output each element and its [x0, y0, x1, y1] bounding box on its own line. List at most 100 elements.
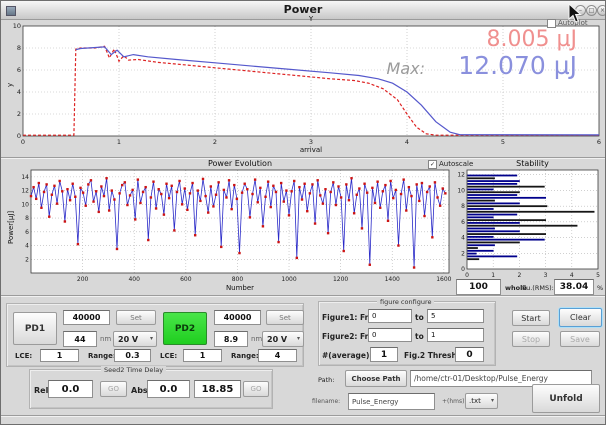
svg-text:1000: 1000	[281, 276, 296, 283]
svg-text:2: 2	[25, 256, 29, 263]
mouse-cursor	[567, 3, 583, 25]
start-button[interactable]: Start	[512, 310, 550, 326]
average-field[interactable]	[370, 347, 398, 362]
svg-text:3: 3	[544, 272, 548, 279]
save-button[interactable]: Save	[560, 331, 600, 347]
svg-text:4: 4	[25, 243, 29, 250]
svg-text:14: 14	[21, 174, 29, 181]
figure1-to-label: to	[415, 313, 424, 322]
svg-text:1400: 1400	[385, 276, 400, 283]
chevron-down-icon: ▾	[150, 335, 153, 342]
percent-label: %	[597, 284, 603, 292]
extension-select[interactable]: .txt ▾	[465, 393, 498, 409]
svg-text:5: 5	[596, 272, 600, 279]
svg-text:10: 10	[21, 201, 29, 208]
pd1-set-button[interactable]: Set	[116, 310, 156, 325]
range1-field[interactable]	[114, 349, 151, 362]
pd1-voltage-select[interactable]: 20 V ▾	[113, 331, 157, 347]
range1-label: Range:	[88, 352, 116, 360]
svg-text:800: 800	[232, 276, 244, 283]
svg-text:2: 2	[517, 272, 521, 279]
clear-button[interactable]: Clear	[559, 308, 602, 327]
path-label: Path:	[318, 376, 334, 384]
figure2-from-field[interactable]	[368, 328, 412, 342]
divider	[1, 295, 605, 297]
max-label: Max:	[361, 59, 425, 78]
svg-text:1600: 1600	[436, 276, 451, 283]
pd2-voltage-select[interactable]: 20 V ▾	[262, 331, 304, 347]
svg-text:3: 3	[309, 138, 313, 146]
lce1-field[interactable]	[40, 349, 79, 362]
figure1-xlabel: arrival	[23, 146, 599, 154]
filename-field[interactable]	[348, 393, 435, 410]
svg-text:8: 8	[17, 44, 21, 52]
abs-field[interactable]	[147, 380, 190, 398]
pd2-button[interactable]: PD2	[163, 312, 207, 345]
svg-text:10: 10	[13, 22, 21, 30]
svg-text:10: 10	[457, 187, 465, 194]
lce1-label: LCE:	[15, 352, 32, 360]
unfold-button[interactable]: Unfold	[532, 384, 600, 413]
svg-text:2: 2	[213, 138, 217, 146]
threshold-field[interactable]	[455, 347, 484, 362]
divider	[1, 415, 605, 417]
power-window: Power – □ × Y 01234560246810 y arrival 8…	[0, 0, 606, 425]
pd1-frequency-field[interactable]	[63, 310, 110, 325]
pulse-energy-readout: 8.005 µJ	[301, 27, 577, 52]
sample-count-field[interactable]	[456, 279, 501, 295]
chevron-down-icon: ▾	[491, 397, 494, 404]
svg-text:1: 1	[117, 138, 121, 146]
svg-text:0: 0	[461, 266, 465, 273]
svg-text:12: 12	[21, 188, 29, 195]
svg-text:6: 6	[17, 66, 21, 74]
svg-text:4: 4	[570, 272, 574, 279]
seed2-title: Seed2 Time Delay	[101, 366, 166, 374]
lce2-field[interactable]	[183, 349, 222, 362]
figure-configure-title: figure configure	[377, 298, 434, 306]
svg-text:8: 8	[25, 215, 29, 222]
pd1-nm-label: nm	[100, 335, 111, 343]
svg-text:8: 8	[461, 203, 465, 210]
svg-text:2: 2	[461, 250, 465, 257]
pd1-wavelength-field[interactable]	[63, 331, 97, 347]
stop-button[interactable]: Stop	[512, 331, 550, 347]
abs-go-button[interactable]: GO	[243, 381, 269, 397]
svg-text:1: 1	[491, 272, 495, 279]
pd2-wavelength-field[interactable]	[214, 331, 248, 347]
figure2-to-field[interactable]	[427, 328, 484, 342]
svg-text:4: 4	[405, 138, 409, 146]
figure1-to-field[interactable]	[427, 309, 484, 323]
figure2-plot: 200 400 600 800 1000 1200 1400 1600 2 4 6 8 10 12 14	[1, 161, 461, 294]
svg-text:0: 0	[17, 132, 21, 140]
svg-text:200: 200	[77, 276, 89, 283]
average-label: #(average):	[322, 351, 372, 360]
pd2-nm-label: nm	[251, 335, 262, 343]
figure1-ylabel: y	[6, 83, 14, 87]
range2-field[interactable]	[258, 349, 297, 362]
svg-text:4: 4	[17, 88, 21, 96]
abs-position-field[interactable]	[194, 380, 241, 398]
hms-label: +(hms)	[442, 398, 464, 405]
rel-field[interactable]	[48, 380, 93, 398]
svg-text:2: 2	[17, 110, 21, 118]
svg-text:600: 600	[180, 276, 192, 283]
svg-text:6: 6	[25, 229, 29, 236]
figure2-xlabel: Number	[31, 284, 449, 292]
figure1-from-field[interactable]	[368, 309, 412, 323]
rel-go-button[interactable]: GO	[100, 381, 127, 397]
svg-text:1200: 1200	[333, 276, 348, 283]
pd2-frequency-field[interactable]	[214, 310, 261, 325]
svg-text:12: 12	[457, 172, 465, 179]
rms-value-field[interactable]	[554, 279, 594, 295]
pd1-button[interactable]: PD1	[13, 312, 57, 345]
pd2-set-button[interactable]: Set	[266, 310, 304, 325]
range2-label: Range:	[231, 352, 259, 360]
chevron-down-icon: ▾	[297, 335, 300, 342]
svg-text:0: 0	[465, 272, 469, 279]
svg-text:6: 6	[461, 219, 465, 226]
choose-path-button[interactable]: Choose Path	[345, 370, 407, 387]
svg-text:400: 400	[128, 276, 140, 283]
rms-label: flu.(RMS):	[522, 284, 554, 292]
figure2-ylabel: Power[µJ]	[7, 211, 15, 244]
autoplot-checkbox[interactable]	[547, 19, 556, 28]
